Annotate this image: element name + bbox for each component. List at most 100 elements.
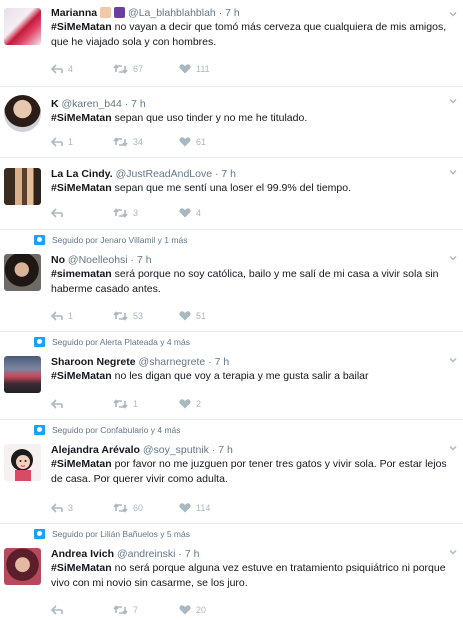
like-button[interactable]: 20 <box>179 605 239 615</box>
followed-by-context[interactable]: Seguido por Jenaro Villamil y 1 más <box>34 234 187 246</box>
tweet-timestamp[interactable]: 7 h <box>131 98 146 110</box>
display-name[interactable]: K <box>51 98 59 110</box>
hashtag-link[interactable]: #SiMeMatan <box>51 562 112 574</box>
sparkle-purple-emoji-icon <box>114 7 126 18</box>
retweet-button[interactable]: 1 <box>113 399 179 409</box>
reply-icon <box>51 399 63 409</box>
like-count: 114 <box>196 503 211 513</box>
tweet[interactable]: Seguido por Lilián Bañuelos y 5 más Andr… <box>0 524 463 620</box>
avatar[interactable] <box>4 95 41 132</box>
person-icon <box>34 529 45 539</box>
tweet-timestamp[interactable]: 7 h <box>137 254 152 266</box>
retweet-icon <box>113 311 128 321</box>
retweet-button[interactable]: 34 <box>113 137 179 147</box>
avatar[interactable] <box>4 8 41 45</box>
tweet-timestamp[interactable]: 7 h <box>185 548 200 560</box>
like-button[interactable]: 61 <box>179 137 239 147</box>
reply-button[interactable] <box>51 208 113 218</box>
tweet-timestamp[interactable]: 7 h <box>225 7 240 19</box>
tweet-timestamp[interactable]: 7 h <box>218 444 233 456</box>
illustrated-girl-icon <box>11 449 33 481</box>
user-handle[interactable]: @JustReadAndLove <box>116 168 212 180</box>
tweet[interactable]: La La Cindy. @JustReadAndLove · 7 h #SiM… <box>0 158 463 230</box>
retweet-button[interactable]: 7 <box>113 605 179 615</box>
heart-icon <box>179 64 191 74</box>
followed-by-context[interactable]: Seguido por Confabulario y 4 más <box>34 424 181 436</box>
reply-button[interactable]: 1 <box>51 137 113 147</box>
followed-by-text: Seguido por Confabulario y 4 más <box>52 425 181 435</box>
display-name[interactable]: Andrea Ivich <box>51 548 114 560</box>
user-handle[interactable]: @soy_sputnik <box>143 444 209 456</box>
heart-icon <box>179 399 191 409</box>
user-handle[interactable]: @andreinski <box>117 548 176 560</box>
reply-count: 1 <box>68 137 74 147</box>
retweet-count: 67 <box>133 64 144 74</box>
avatar[interactable] <box>4 254 41 291</box>
person-icon <box>34 235 45 245</box>
like-count: 51 <box>196 311 207 321</box>
like-button[interactable]: 4 <box>179 208 239 218</box>
like-button[interactable]: 2 <box>179 399 239 409</box>
retweet-button[interactable]: 67 <box>113 64 179 74</box>
tweet[interactable]: Seguido por Confabulario y 4 más Alejand… <box>0 420 463 524</box>
reply-button[interactable] <box>51 399 113 409</box>
display-name[interactable]: La La Cindy. <box>51 168 113 180</box>
heart-icon <box>179 503 191 513</box>
tweet[interactable]: Marianna @La_blahblahblah · 7 h #SiMeMat… <box>0 0 463 87</box>
reply-button[interactable]: 4 <box>51 64 113 74</box>
followed-by-context[interactable]: Seguido por Alerta Plateada y 4 más <box>34 336 190 348</box>
retweet-icon <box>113 399 128 409</box>
followed-by-context[interactable]: Seguido por Lilián Bañuelos y 5 más <box>34 528 190 540</box>
heart-icon <box>179 137 191 147</box>
retweet-icon <box>113 64 128 74</box>
tweet-timestamp[interactable]: 7 h <box>215 356 230 368</box>
tweet-timestamp[interactable]: 7 h <box>221 168 236 180</box>
user-handle[interactable]: @sharnegrete <box>139 356 206 368</box>
display-name[interactable]: No <box>51 254 65 266</box>
tweet-text: #SiMeMatan por favor no me juzguen por t… <box>51 457 455 487</box>
retweet-button[interactable]: 3 <box>113 208 179 218</box>
retweet-button[interactable]: 53 <box>113 311 179 321</box>
like-button[interactable]: 51 <box>179 311 239 321</box>
hashtag-link[interactable]: #SiMeMatan <box>51 182 112 194</box>
tweet[interactable]: K @karen_b44 · 7 h #SiMeMatan sepan que … <box>0 87 463 158</box>
like-button[interactable]: 114 <box>179 503 239 513</box>
hashtag-link[interactable]: #SiMeMatan <box>51 112 112 124</box>
avatar[interactable] <box>4 548 41 585</box>
heart-icon <box>179 311 191 321</box>
hashtag-link[interactable]: #SiMeMatan <box>51 458 112 470</box>
user-handle[interactable]: @La_blahblahblah <box>128 7 216 19</box>
retweet-count: 34 <box>133 137 144 147</box>
retweet-icon <box>113 605 128 615</box>
hashtag-link[interactable]: #simematan <box>51 268 112 280</box>
retweet-icon <box>113 503 128 513</box>
reply-button[interactable]: 1 <box>51 311 113 321</box>
display-name[interactable]: Sharoon Negrete <box>51 356 136 368</box>
separator-dot: · <box>208 356 212 368</box>
reply-button[interactable] <box>51 605 113 615</box>
user-handle[interactable]: @karen_b44 <box>62 98 122 110</box>
reply-button[interactable]: 3 <box>51 503 113 513</box>
reply-icon <box>51 64 63 74</box>
user-handle[interactable]: @Noelleohsi <box>68 254 128 266</box>
hashtag-link[interactable]: #SiMeMatan <box>51 370 112 382</box>
retweet-button[interactable]: 60 <box>113 503 179 513</box>
like-count: 2 <box>196 399 202 409</box>
display-name[interactable]: Alejandra Arévalo <box>51 444 140 456</box>
hashtag-link[interactable]: #SiMeMatan <box>51 21 112 33</box>
avatar[interactable] <box>4 444 41 481</box>
tweet[interactable]: Seguido por Jenaro Villamil y 1 más No @… <box>0 230 463 332</box>
tweet-body: no les digan que voy a terapia y me gust… <box>111 370 369 382</box>
selfie-emoji-icon <box>100 7 112 18</box>
followed-by-text: Seguido por Jenaro Villamil y 1 más <box>52 235 188 245</box>
display-name[interactable]: Marianna <box>51 7 97 19</box>
tweet[interactable]: Seguido por Alerta Plateada y 4 más Shar… <box>0 332 463 420</box>
avatar[interactable] <box>4 168 41 205</box>
like-button[interactable]: 111 <box>179 64 239 74</box>
reply-count: 4 <box>68 64 74 74</box>
avatar[interactable] <box>4 356 41 393</box>
person-icon <box>34 425 45 435</box>
retweet-count: 1 <box>133 399 139 409</box>
separator-dot: · <box>214 168 219 180</box>
tweet-body: sepan que me sentí una loser el 99.9% de… <box>111 182 352 194</box>
